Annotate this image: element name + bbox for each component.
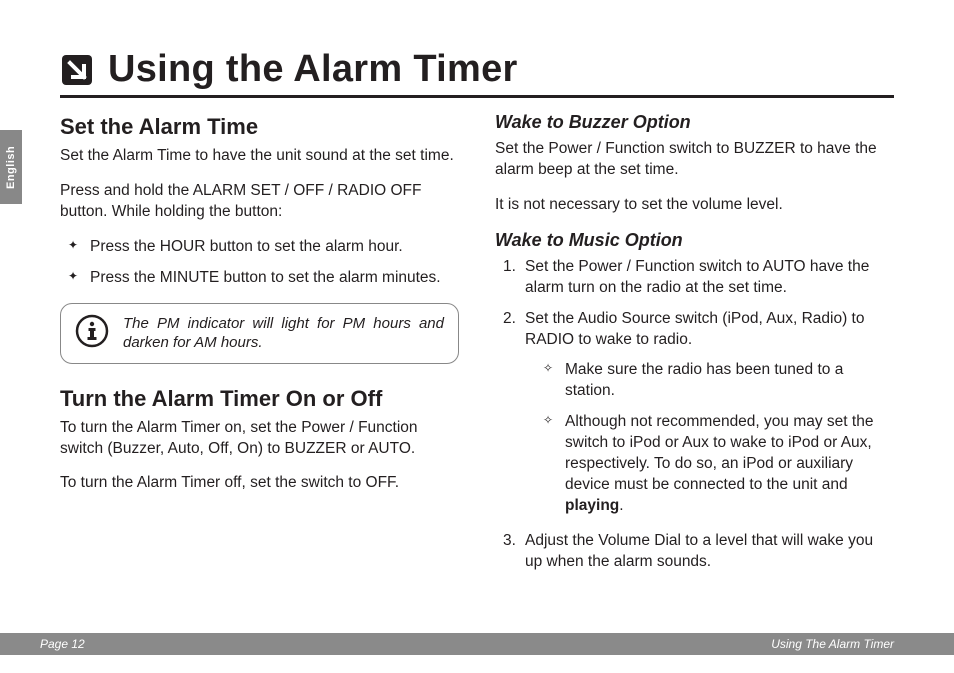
list-item: Press the HOUR button to set the alarm h… — [68, 237, 459, 258]
content-columns: Set the Alarm Time Set the Alarm Time to… — [60, 110, 894, 587]
arrow-down-right-icon — [60, 53, 94, 87]
paragraph: To turn the Alarm Timer on, set the Powe… — [60, 418, 459, 460]
footer-page-number: Page 12 — [40, 637, 85, 651]
manual-page: English Using the Alarm Timer Set the Al… — [0, 0, 954, 673]
list-item: Set the Audio Source switch (iPod, Aux, … — [503, 309, 894, 517]
title-row: Using the Alarm Timer — [60, 48, 894, 98]
text: Although not recommended, you may set th… — [565, 413, 873, 493]
list-item: Press the MINUTE button to set the alarm… — [68, 268, 459, 289]
bullet-list: Press the HOUR button to set the alarm h… — [68, 237, 459, 289]
list-item-text: Set the Audio Source switch (iPod, Aux, … — [525, 310, 864, 348]
language-tab: English — [0, 130, 22, 204]
paragraph: Set the Alarm Time to have the unit soun… — [60, 146, 459, 167]
page-title: Using the Alarm Timer — [108, 48, 518, 91]
text-bold: playing — [565, 497, 619, 514]
footer-section-title: Using The Alarm Timer — [771, 637, 894, 651]
paragraph: Press and hold the ALARM SET / OFF / RAD… — [60, 181, 459, 223]
heading-turn-on-off: Turn the Alarm Timer On or Off — [60, 386, 459, 412]
language-label: English — [5, 145, 17, 188]
paragraph: It is not necessary to set the volume le… — [495, 195, 894, 216]
numbered-list: Set the Power / Function switch to AUTO … — [503, 257, 894, 573]
info-icon — [75, 314, 109, 353]
list-item: Make sure the radio has been tuned to a … — [543, 360, 894, 402]
sub-list: Make sure the radio has been tuned to a … — [543, 360, 894, 516]
list-item: Set the Power / Function switch to AUTO … — [503, 257, 894, 299]
info-text: The PM indicator will light for PM hours… — [123, 314, 444, 353]
heading-wake-music: Wake to Music Option — [495, 230, 894, 251]
page-footer: Page 12 Using The Alarm Timer — [0, 633, 954, 655]
text: . — [619, 497, 623, 514]
heading-wake-buzzer: Wake to Buzzer Option — [495, 112, 894, 133]
list-item: Although not recommended, you may set th… — [543, 412, 894, 517]
info-callout: The PM indicator will light for PM hours… — [60, 303, 459, 364]
paragraph: Set the Power / Function switch to BUZZE… — [495, 139, 894, 181]
right-column: Wake to Buzzer Option Set the Power / Fu… — [495, 110, 894, 587]
paragraph: To turn the Alarm Timer off, set the swi… — [60, 473, 459, 494]
heading-set-alarm-time: Set the Alarm Time — [60, 114, 459, 140]
left-column: Set the Alarm Time Set the Alarm Time to… — [60, 110, 459, 587]
list-item: Adjust the Volume Dial to a level that w… — [503, 531, 894, 573]
